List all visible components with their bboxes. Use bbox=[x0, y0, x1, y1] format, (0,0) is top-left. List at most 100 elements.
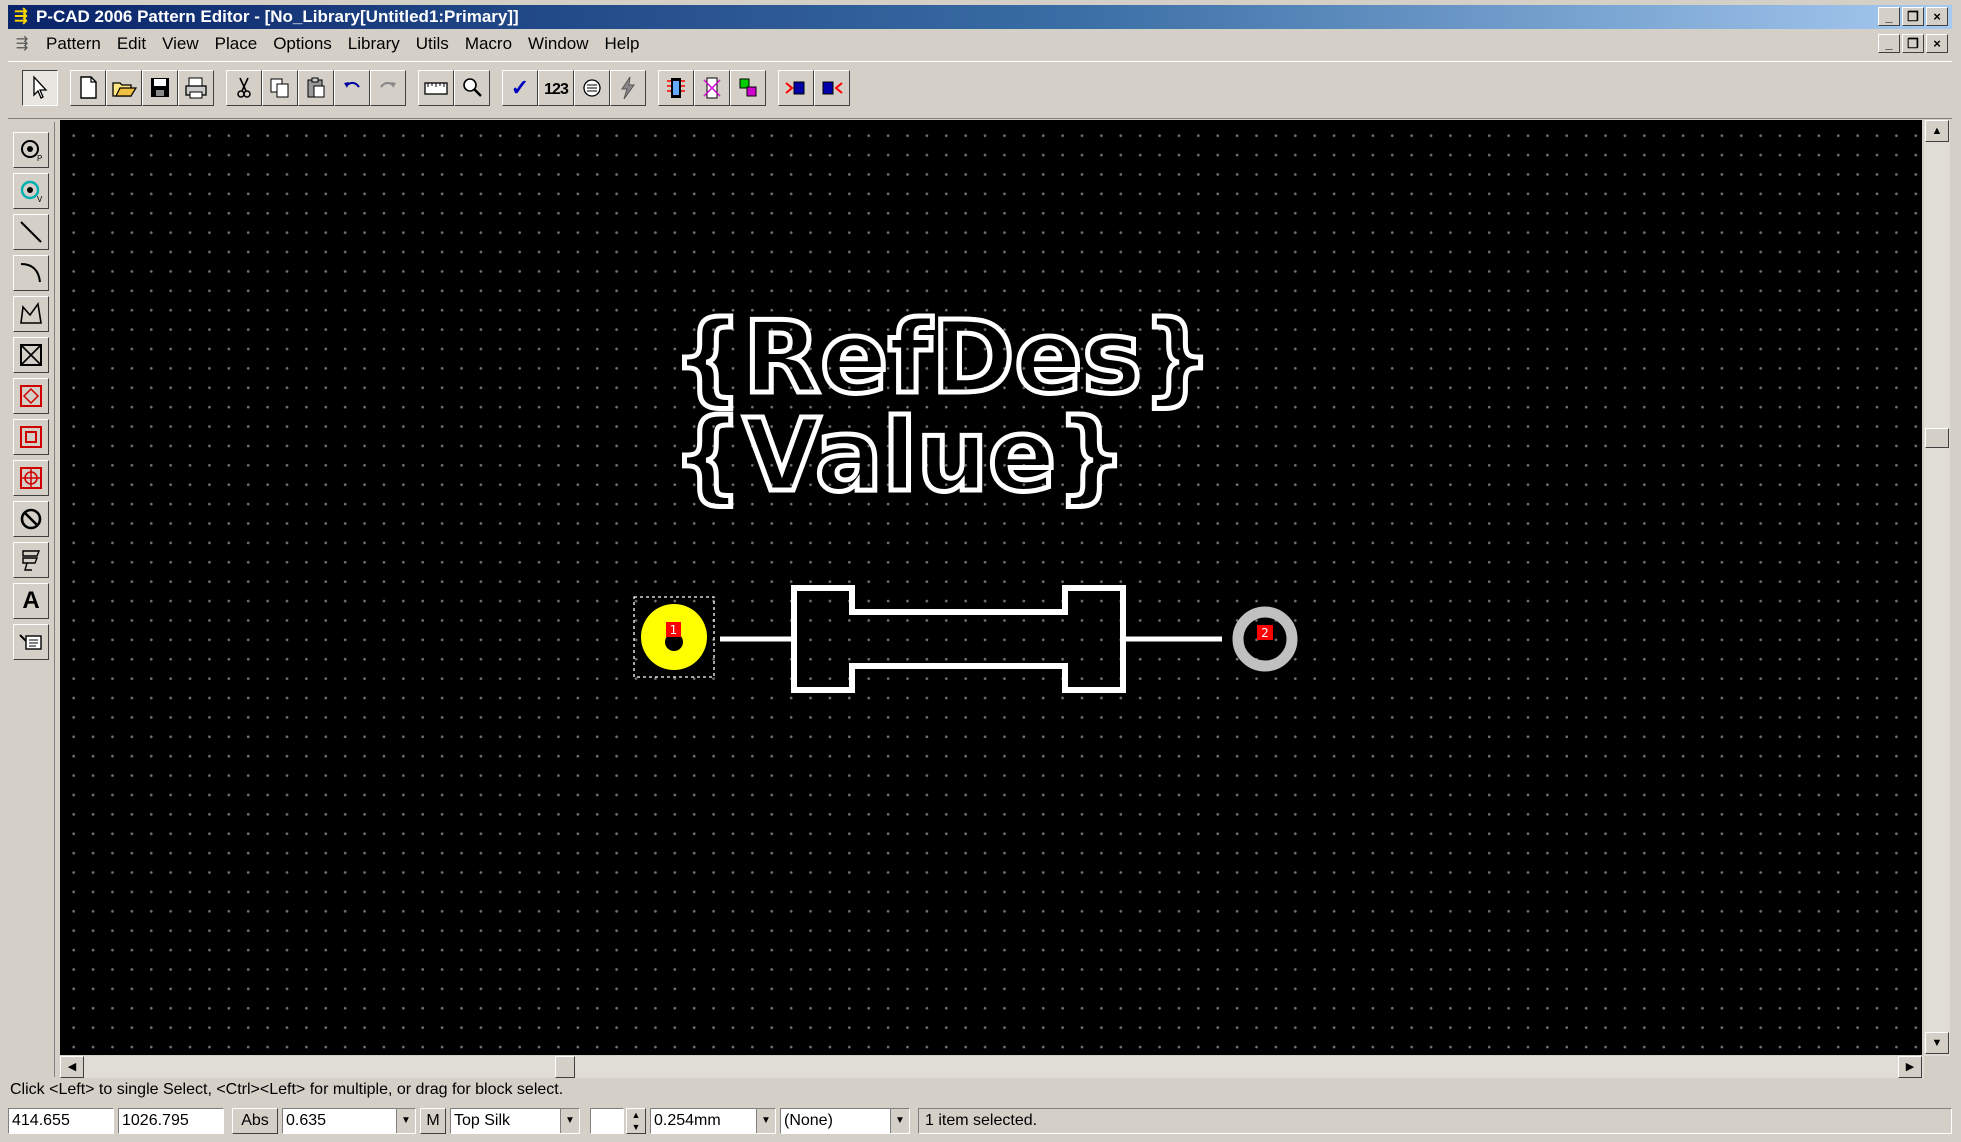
open-folder-icon bbox=[112, 82, 138, 97]
pad-numbers-button[interactable] bbox=[730, 70, 766, 106]
place-cutout-button[interactable] bbox=[13, 419, 49, 455]
menu-window[interactable]: Window bbox=[520, 32, 596, 56]
place-arc-button[interactable] bbox=[13, 255, 49, 291]
prev-pattern-icon bbox=[785, 81, 805, 95]
close-button[interactable]: × bbox=[1926, 7, 1948, 26]
title-bar: ⇶ P-CAD 2006 Pattern Editor - [No_Librar… bbox=[8, 5, 1952, 29]
design-rule-check-button[interactable]: ✓ bbox=[502, 70, 538, 106]
line-width-select[interactable]: 0.254mm ▼ bbox=[650, 1108, 776, 1134]
next-pattern-button[interactable] bbox=[814, 70, 850, 106]
scroll-left-button[interactable]: ◀ bbox=[60, 1056, 84, 1078]
pad-style-button[interactable] bbox=[574, 70, 610, 106]
horizontal-scroll-thumb[interactable] bbox=[555, 1056, 575, 1078]
chevron-down-icon[interactable]: ▼ bbox=[560, 1109, 579, 1133]
chevron-down-icon[interactable]: ▼ bbox=[890, 1109, 909, 1133]
place-plane-button[interactable] bbox=[13, 460, 49, 496]
scroll-up-button[interactable]: ▲ bbox=[1925, 120, 1949, 142]
save-button[interactable] bbox=[142, 70, 178, 106]
arc-icon bbox=[20, 263, 41, 283]
print-button[interactable] bbox=[178, 70, 214, 106]
prev-pattern-button[interactable] bbox=[778, 70, 814, 106]
line-width-swatch[interactable] bbox=[590, 1108, 624, 1134]
select-tool-button[interactable] bbox=[22, 70, 58, 106]
zoom-window-button[interactable] bbox=[418, 70, 454, 106]
menu-help[interactable]: Help bbox=[597, 32, 648, 56]
line-icon bbox=[20, 221, 42, 243]
net-value: (None) bbox=[784, 1112, 833, 1129]
paste-button[interactable] bbox=[298, 70, 334, 106]
menu-library[interactable]: Library bbox=[340, 32, 408, 56]
place-keepout-button[interactable] bbox=[13, 337, 49, 373]
menu-macro[interactable]: Macro bbox=[457, 32, 520, 56]
cut-button[interactable] bbox=[226, 70, 262, 106]
pad2-number: 2 bbox=[1261, 626, 1269, 640]
menu-view[interactable]: View bbox=[154, 32, 207, 56]
x-coordinate-field[interactable]: 414.655 bbox=[8, 1108, 114, 1134]
resistor-body-outline[interactable] bbox=[720, 585, 1222, 693]
zoom-window-icon bbox=[424, 82, 448, 95]
layer-select[interactable]: Top Silk ▼ bbox=[450, 1108, 580, 1134]
menu-edit[interactable]: Edit bbox=[109, 32, 154, 56]
open-button[interactable] bbox=[106, 70, 142, 106]
pad-1[interactable]: 1 bbox=[641, 604, 707, 670]
document-icon[interactable]: ⇶ bbox=[12, 34, 32, 54]
minimize-button[interactable]: _ bbox=[1878, 7, 1900, 26]
chevron-down-icon[interactable]: ▼ bbox=[756, 1109, 775, 1133]
line-width-spinner[interactable]: ▲ ▼ bbox=[626, 1108, 646, 1134]
via-icon: V bbox=[20, 180, 43, 204]
pattern-options-button[interactable] bbox=[694, 70, 730, 106]
menu-place[interactable]: Place bbox=[207, 32, 266, 56]
new-button[interactable] bbox=[70, 70, 106, 106]
doc-restore-button[interactable]: ❐ bbox=[1902, 34, 1924, 53]
power-button[interactable] bbox=[610, 70, 646, 106]
zoom-button[interactable] bbox=[454, 70, 490, 106]
pad-2[interactable]: 2 bbox=[1232, 606, 1298, 672]
arrow-pointer-icon bbox=[33, 75, 48, 99]
new-file-icon bbox=[80, 76, 97, 99]
place-via-button[interactable]: V bbox=[13, 173, 49, 209]
next-pattern-icon bbox=[822, 81, 843, 95]
value-attribute[interactable]: {Value} bbox=[670, 395, 1130, 517]
chevron-down-icon[interactable]: ▼ bbox=[396, 1109, 415, 1133]
net-select[interactable]: (None) ▼ bbox=[780, 1108, 910, 1134]
grid-value: 0.635 bbox=[286, 1112, 327, 1129]
renumber-button[interactable]: 123 bbox=[538, 70, 574, 106]
menu-bar: ⇶ Pattern Edit View Place Options Librar… bbox=[8, 31, 1952, 57]
grid-select[interactable]: 0.635 ▼ bbox=[282, 1108, 416, 1134]
menu-pattern[interactable]: Pattern bbox=[38, 32, 109, 56]
magnifier-icon bbox=[463, 78, 482, 97]
place-line-button[interactable] bbox=[13, 214, 49, 250]
place-text-button[interactable]: A bbox=[13, 583, 49, 619]
copy-button[interactable] bbox=[262, 70, 298, 106]
attribute-icon bbox=[22, 550, 41, 571]
pad-style-icon bbox=[583, 79, 601, 97]
place-room-button[interactable] bbox=[13, 501, 49, 537]
place-attribute-button[interactable] bbox=[13, 542, 49, 578]
doc-close-button[interactable]: × bbox=[1926, 34, 1948, 53]
undo-button[interactable] bbox=[334, 70, 370, 106]
horizontal-scrollbar[interactable]: ◀ ▶ bbox=[60, 1056, 1924, 1078]
save-disk-icon bbox=[151, 78, 169, 97]
design-canvas[interactable]: {RefDes} {Value} 1 2 bbox=[60, 120, 1922, 1055]
place-pad-button[interactable]: P bbox=[13, 132, 49, 168]
text-icon: A bbox=[22, 587, 40, 614]
abs-rel-toggle-button[interactable]: Abs bbox=[232, 1108, 278, 1134]
restore-button[interactable]: ❐ bbox=[1902, 7, 1924, 26]
scroll-down-button[interactable]: ▼ bbox=[1925, 1032, 1949, 1054]
y-coordinate-field[interactable]: 1026.795 bbox=[118, 1108, 224, 1134]
plane-icon bbox=[20, 467, 42, 489]
m-button[interactable]: M bbox=[420, 1108, 446, 1134]
menu-options[interactable]: Options bbox=[265, 32, 340, 56]
place-field-button[interactable] bbox=[13, 624, 49, 660]
vertical-scrollbar[interactable]: ▲ ▼ bbox=[1924, 120, 1950, 1056]
redo-button[interactable] bbox=[370, 70, 406, 106]
doc-minimize-button[interactable]: _ bbox=[1878, 34, 1900, 53]
place-copper-pour-button[interactable] bbox=[13, 378, 49, 414]
vertical-scroll-thumb[interactable] bbox=[1925, 428, 1949, 448]
layer-value: Top Silk bbox=[454, 1112, 511, 1129]
keepout-icon bbox=[20, 344, 42, 366]
scroll-right-button[interactable]: ▶ bbox=[1898, 1056, 1922, 1078]
place-polygon-button[interactable] bbox=[13, 296, 49, 332]
pattern-wizard-button[interactable] bbox=[658, 70, 694, 106]
menu-utils[interactable]: Utils bbox=[408, 32, 457, 56]
